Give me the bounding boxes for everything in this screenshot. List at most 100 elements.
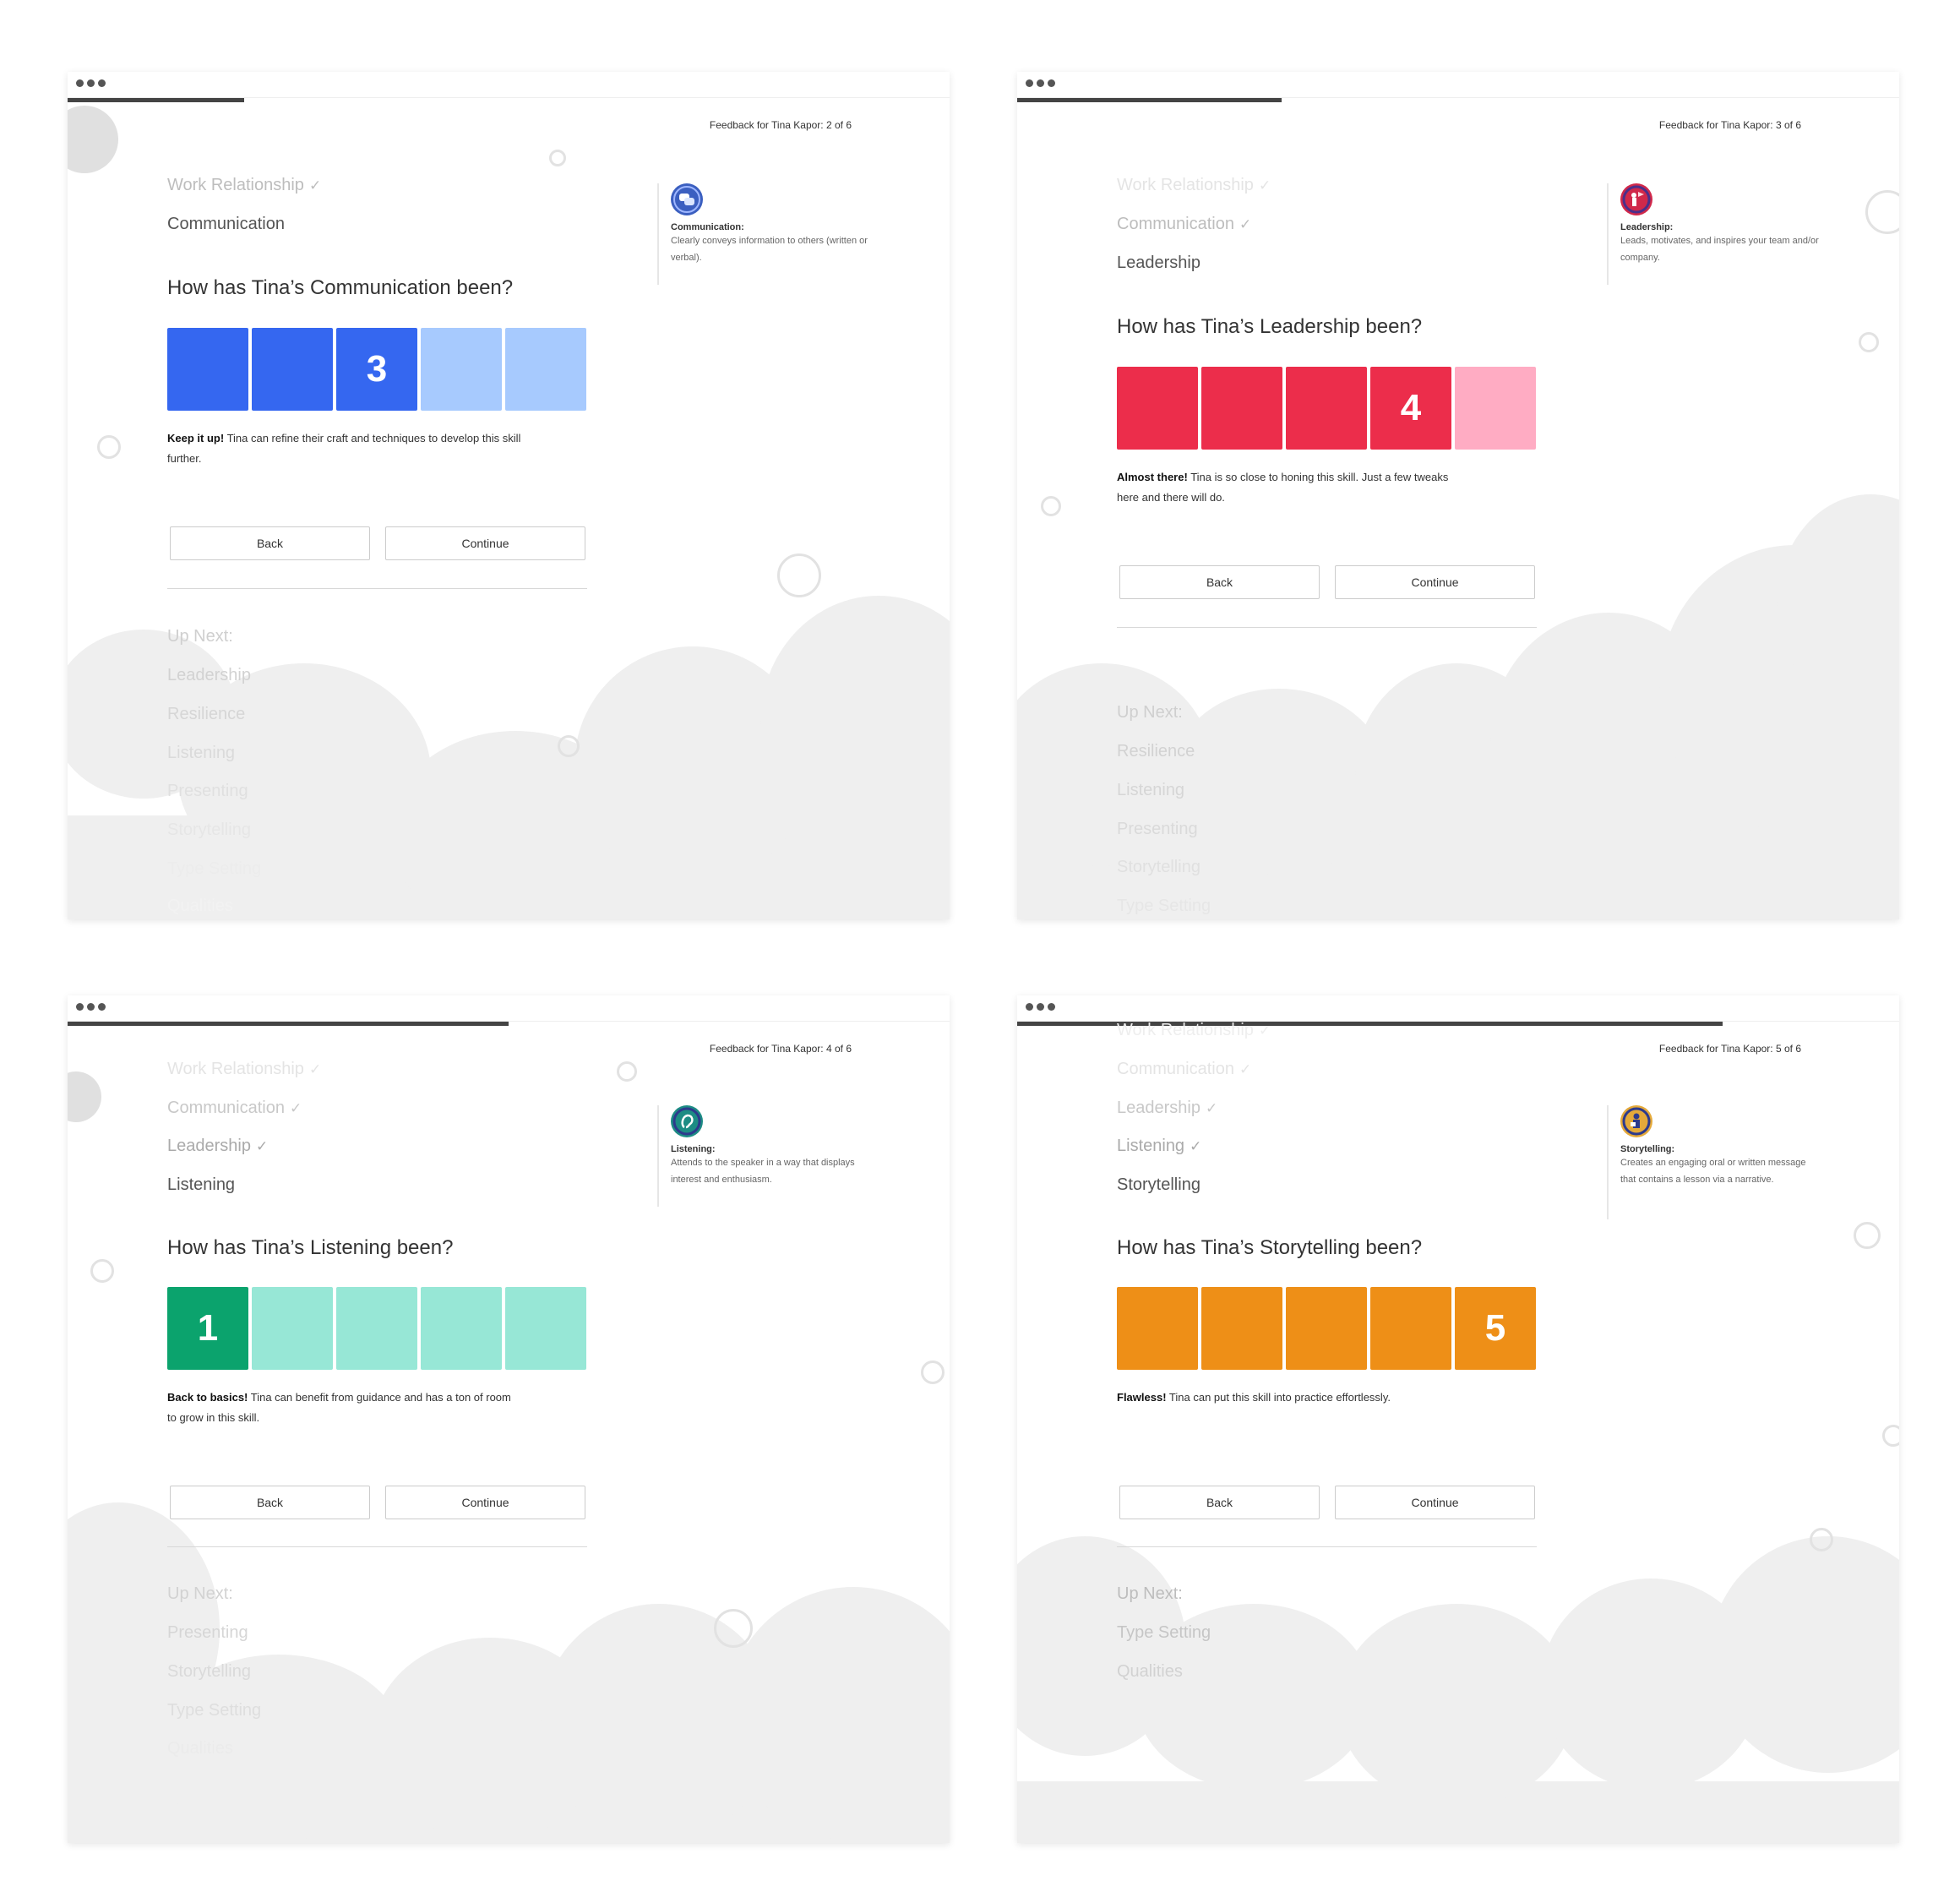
- rating-option-2[interactable]: [252, 328, 333, 411]
- rating-scale: 3: [167, 328, 587, 411]
- skill-info-title: Listening:: [671, 1144, 716, 1154]
- checkmark-icon: ✓: [1239, 1061, 1252, 1077]
- step-completed: Communication ✓: [167, 1099, 302, 1117]
- up-next-label: Up Next:: [1117, 703, 1183, 722]
- divider: [1117, 627, 1537, 628]
- up-next-item: Storytelling: [1117, 858, 1200, 876]
- feedback-window-leadership: Feedback for Tina Kapor: 3 of 6 Work Rel…: [1017, 72, 1899, 919]
- window-control-icon[interactable]: [76, 79, 84, 87]
- up-next-item: Presenting: [1117, 820, 1198, 838]
- rating-option-4[interactable]: [421, 328, 502, 411]
- window-control-icon[interactable]: [1037, 79, 1044, 87]
- rating-feedback-text: Flawless! Tina can put this skill into p…: [1117, 1391, 1391, 1404]
- rating-option-3[interactable]: [1286, 367, 1367, 450]
- rating-option-4[interactable]: 4: [1370, 367, 1451, 450]
- rating-option-4[interactable]: [421, 1287, 502, 1370]
- window-control-icon[interactable]: [1048, 79, 1055, 87]
- window-control-icon[interactable]: [76, 1003, 84, 1011]
- skill-info-description: Creates an engaging oral or written mess…: [1620, 1158, 1806, 1185]
- checkmark-icon: ✓: [1258, 1022, 1271, 1039]
- decor-ring: [1865, 190, 1899, 234]
- checkmark-icon: ✓: [1239, 216, 1252, 232]
- checkmark-icon: ✓: [308, 177, 322, 194]
- decor-ring: [558, 735, 580, 757]
- up-next-item: Presenting: [167, 1623, 248, 1642]
- window-titlebar: [1017, 72, 1899, 98]
- progress-bar: [68, 1022, 950, 1026]
- window-control-icon[interactable]: [1026, 79, 1033, 87]
- divider: [167, 1546, 587, 1547]
- window-control-icon[interactable]: [87, 79, 95, 87]
- rating-option-3[interactable]: [1286, 1287, 1367, 1370]
- rating-option-1[interactable]: 1: [167, 1287, 248, 1370]
- window-control-icon[interactable]: [98, 1003, 106, 1011]
- window-control-icon[interactable]: [1026, 1003, 1033, 1011]
- checkmark-icon: ✓: [289, 1100, 302, 1116]
- checkmark-icon: ✓: [1205, 1100, 1218, 1116]
- up-next-item: Storytelling: [167, 821, 251, 839]
- step-completed: Listening ✓: [1117, 1137, 1202, 1155]
- rating-option-5[interactable]: 5: [1455, 1287, 1536, 1370]
- checkmark-icon: ✓: [308, 1061, 322, 1077]
- skill-info-title: Communication:: [671, 222, 744, 232]
- continue-button[interactable]: Continue: [1335, 1486, 1535, 1519]
- skill-info-description: Leads, motivates, and inspires your team…: [1620, 236, 1819, 263]
- cloud-shape: [1338, 1604, 1575, 1807]
- step-current: Storytelling: [1117, 1175, 1200, 1194]
- back-button[interactable]: Back: [170, 1486, 370, 1519]
- rating-option-3[interactable]: 3: [336, 328, 417, 411]
- question-title: How has Tina’s Communication been?: [167, 276, 514, 299]
- window-titlebar: [68, 72, 950, 98]
- rating-option-1[interactable]: [1117, 1287, 1198, 1370]
- storyteller-icon: [1620, 1105, 1652, 1137]
- rating-option-1[interactable]: [1117, 367, 1198, 450]
- skill-info-title: Storytelling:: [1620, 1144, 1675, 1154]
- step-completed: Communication ✓: [1117, 1060, 1252, 1078]
- ear-icon: [671, 1105, 703, 1137]
- feedback-counter: Feedback for Tina Kapor: 3 of 6: [1658, 119, 1801, 131]
- skill-info-panel: Communication: Clearly conveys informati…: [657, 183, 874, 285]
- checkmark-icon: ✓: [1258, 177, 1271, 194]
- up-next-item: Presenting: [167, 782, 248, 800]
- question-title: How has Tina’s Listening been?: [167, 1236, 454, 1259]
- up-next-item: Type Setting: [167, 859, 262, 878]
- feedback-window-listening: Feedback for Tina Kapor: 4 of 6 Work Rel…: [68, 995, 950, 1843]
- window-control-icon[interactable]: [1048, 1003, 1055, 1011]
- up-next-item: Type Setting: [1117, 897, 1211, 915]
- decor-ring: [97, 435, 121, 459]
- step-completed: Work Relationship ✓: [167, 176, 322, 194]
- rating-option-1[interactable]: [167, 328, 248, 411]
- up-next-label: Up Next:: [167, 627, 233, 646]
- up-next-item: Type Setting: [167, 1701, 262, 1720]
- rating-feedback-text: Keep it up! Tina can refine their craft …: [167, 432, 521, 465]
- decor-ring: [617, 1061, 637, 1082]
- continue-button[interactable]: Continue: [1335, 565, 1535, 599]
- continue-button[interactable]: Continue: [385, 526, 585, 560]
- rating-option-5[interactable]: [505, 1287, 586, 1370]
- rating-option-5[interactable]: [1455, 367, 1536, 450]
- progress-bar: [1017, 98, 1899, 102]
- window-control-icon[interactable]: [1037, 1003, 1044, 1011]
- rating-option-2[interactable]: [252, 1287, 333, 1370]
- question-title: How has Tina’s Storytelling been?: [1117, 1236, 1423, 1259]
- back-button[interactable]: Back: [1119, 565, 1320, 599]
- rating-option-2[interactable]: [1201, 367, 1282, 450]
- back-button[interactable]: Back: [1119, 1486, 1320, 1519]
- rating-option-4[interactable]: [1370, 1287, 1451, 1370]
- feedback-counter: Feedback for Tina Kapor: 5 of 6: [1658, 1043, 1801, 1055]
- decor-ring: [921, 1360, 945, 1384]
- back-button[interactable]: Back: [170, 526, 370, 560]
- rating-option-3[interactable]: [336, 1287, 417, 1370]
- rating-option-5[interactable]: [505, 328, 586, 411]
- decor-ring: [549, 150, 566, 166]
- window-control-icon[interactable]: [98, 79, 106, 87]
- decor-ring: [1854, 1222, 1881, 1249]
- rating-option-2[interactable]: [1201, 1287, 1282, 1370]
- window-control-icon[interactable]: [87, 1003, 95, 1011]
- window-titlebar: [68, 995, 950, 1022]
- step-completed: Communication ✓: [1117, 215, 1252, 233]
- rating-scale: 5: [1117, 1287, 1537, 1370]
- step-current: Listening: [167, 1175, 236, 1194]
- step-current: Communication: [167, 215, 285, 233]
- continue-button[interactable]: Continue: [385, 1486, 585, 1519]
